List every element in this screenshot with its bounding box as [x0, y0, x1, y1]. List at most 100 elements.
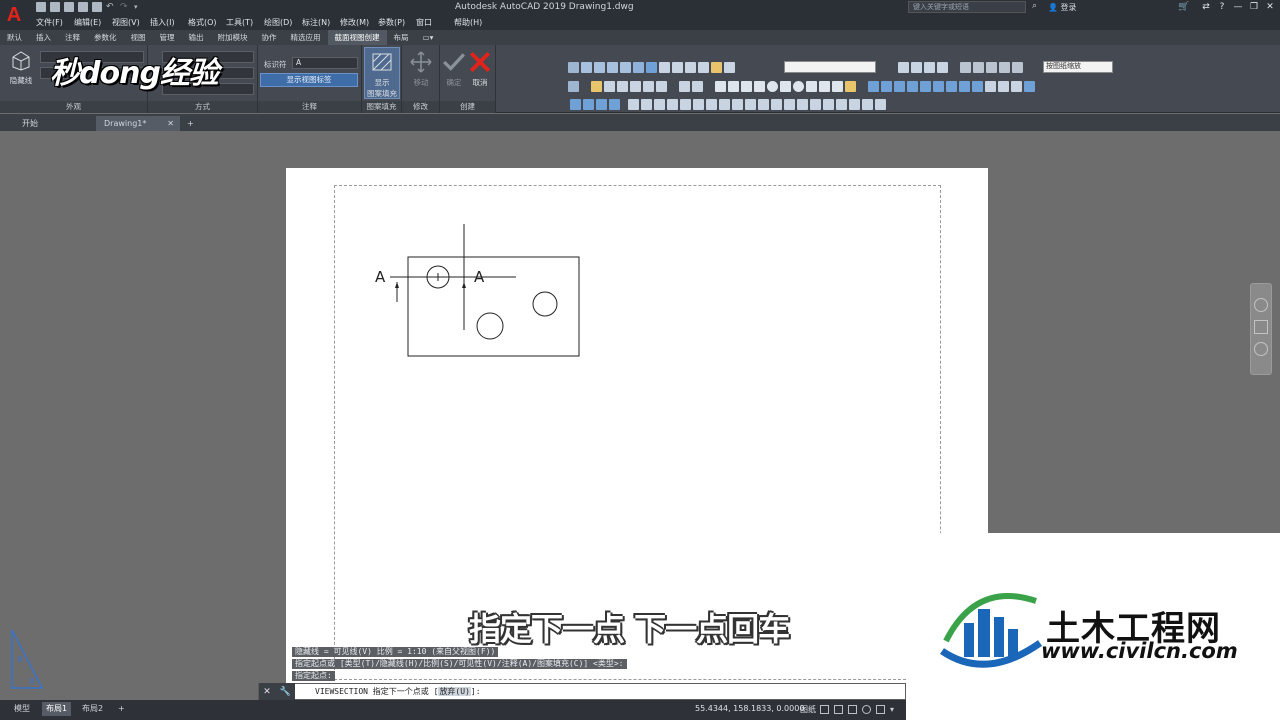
tab-addins[interactable]: 附加模块 — [211, 30, 255, 45]
edit-icon-11[interactable] — [998, 81, 1009, 92]
solidedit-icon-8[interactable] — [667, 99, 678, 110]
command-customize-icon[interactable]: 🔧 — [279, 687, 290, 697]
command-option-undo[interactable]: 放弃(U) — [438, 687, 471, 696]
model-icon-3[interactable] — [604, 81, 615, 92]
exchange-icon[interactable]: ⇄ — [1200, 1, 1212, 13]
cart-icon[interactable]: 🛒 — [1178, 1, 1190, 13]
show-view-label-button[interactable]: 显示视图标签 — [260, 73, 358, 87]
status-menu-icon[interactable]: ▾ — [890, 705, 899, 714]
edit-icon-5[interactable] — [920, 81, 931, 92]
app-menu-button[interactable]: A — [0, 0, 28, 30]
help-icon[interactable]: ? — [1216, 1, 1228, 13]
view-icon-13[interactable] — [724, 62, 735, 73]
nav-zoom-icon[interactable] — [1254, 342, 1268, 356]
model-icon-1[interactable] — [568, 81, 579, 92]
solidedit-icon-17[interactable] — [784, 99, 795, 110]
osnap-icon[interactable] — [876, 705, 885, 714]
solidedit-icon-12[interactable] — [719, 99, 730, 110]
menu-dimension[interactable]: 标注(N) — [294, 15, 332, 30]
show-hatch-button[interactable]: 显示 图案填充 — [364, 47, 400, 99]
search-input[interactable]: 键入关键字或短语 — [908, 1, 1026, 13]
solidedit-icon-9[interactable] — [680, 99, 691, 110]
edit-icon-9[interactable] — [972, 81, 983, 92]
model-icon-4[interactable] — [617, 81, 628, 92]
menu-file[interactable]: 文件(F) — [28, 15, 66, 30]
menu-view[interactable]: 视图(V) — [104, 15, 142, 30]
solidedit-icon-19[interactable] — [810, 99, 821, 110]
add-layout-button[interactable]: + — [114, 702, 129, 716]
view-icon-7[interactable] — [646, 62, 657, 73]
menu-window[interactable]: 窗口(W) — [408, 15, 446, 42]
solidedit-icon-4[interactable] — [609, 99, 620, 110]
solidedit-icon-5[interactable] — [628, 99, 639, 110]
solid-icon-10[interactable] — [832, 81, 843, 92]
solid-icon-7[interactable] — [793, 81, 804, 92]
solid-icon-4[interactable] — [754, 81, 765, 92]
model-icon-7[interactable] — [656, 81, 667, 92]
edit-icon-13[interactable] — [1024, 81, 1035, 92]
save-as-icon[interactable] — [78, 2, 88, 12]
file-tab-drawing1[interactable]: Drawing1* ✕ — [96, 116, 180, 131]
solid-icon-11[interactable] — [845, 81, 856, 92]
ortho-icon[interactable] — [848, 705, 857, 714]
solidedit-icon-6[interactable] — [641, 99, 652, 110]
command-prompt[interactable]: VIEWSECTION 指定下一个点或 [放弃(U)]: — [295, 686, 481, 697]
viewport-icon-5[interactable] — [1012, 62, 1023, 73]
view-icon-8[interactable] — [659, 62, 670, 73]
menu-insert[interactable]: 插入(I) — [142, 15, 180, 30]
solidedit-icon-13[interactable] — [732, 99, 743, 110]
solidedit-icon-16[interactable] — [771, 99, 782, 110]
viewport-icon-3[interactable] — [986, 62, 997, 73]
nav-pan-icon[interactable] — [1254, 320, 1268, 334]
edit-icon-2[interactable] — [881, 81, 892, 92]
view-icon-10[interactable] — [685, 62, 696, 73]
command-line[interactable]: ✕ 🔧 VIEWSECTION 指定下一个点或 [放弃(U)]: — [258, 683, 906, 700]
view-icon-4[interactable] — [607, 62, 618, 73]
view-icon-6[interactable] — [633, 62, 644, 73]
solidedit-icon-7[interactable] — [654, 99, 665, 110]
close-tab-icon[interactable]: ✕ — [167, 116, 174, 131]
tab-parametric[interactable]: 参数化 — [87, 30, 124, 45]
menu-help[interactable]: 帮助(H) — [446, 15, 484, 30]
orbit-icon-3[interactable] — [924, 62, 935, 73]
done-button[interactable]: 确定 — [442, 51, 466, 88]
menu-format[interactable]: 格式(O) — [180, 15, 218, 30]
edit-icon-4[interactable] — [907, 81, 918, 92]
cancel-button[interactable]: 取消 — [468, 51, 492, 88]
solidedit-icon-21[interactable] — [836, 99, 847, 110]
solid-icon-2[interactable] — [728, 81, 739, 92]
model-icon-5[interactable] — [630, 81, 641, 92]
solidedit-icon-3[interactable] — [596, 99, 607, 110]
polar-icon[interactable] — [862, 705, 871, 714]
paper-space-toggle[interactable]: 图纸 — [800, 704, 816, 715]
orbit-icon-2[interactable] — [911, 62, 922, 73]
solid-icon-3[interactable] — [741, 81, 752, 92]
orbit-icon-1[interactable] — [898, 62, 909, 73]
command-close-icon[interactable]: ✕ — [263, 687, 271, 697]
view-icon-9[interactable] — [672, 62, 683, 73]
edit-icon-8[interactable] — [959, 81, 970, 92]
solidedit-icon-1[interactable] — [570, 99, 581, 110]
new-tab-button[interactable]: + — [183, 116, 199, 131]
status-tab-layout1[interactable]: 布局1 — [42, 702, 72, 716]
redo-icon[interactable]: ↷ — [120, 2, 130, 12]
undo-icon[interactable]: ↶ — [106, 2, 116, 12]
solid-icon-9[interactable] — [819, 81, 830, 92]
edit-icon-1[interactable] — [868, 81, 879, 92]
tab-default[interactable]: 默认 — [0, 30, 29, 45]
move-button[interactable]: 移动 — [406, 51, 436, 88]
model-icon-9[interactable] — [692, 81, 703, 92]
qat-dropdown-icon[interactable]: ▾ — [134, 2, 144, 12]
edit-icon-6[interactable] — [933, 81, 944, 92]
edit-icon-12[interactable] — [1011, 81, 1022, 92]
solidedit-icon-22[interactable] — [849, 99, 860, 110]
solidedit-icon-15[interactable] — [758, 99, 769, 110]
print-icon[interactable] — [92, 2, 102, 12]
view-icon-12[interactable] — [711, 62, 722, 73]
solid-icon-6[interactable] — [780, 81, 791, 92]
view-icon-2[interactable] — [581, 62, 592, 73]
status-tab-model[interactable]: 模型 — [10, 702, 34, 716]
menu-edit[interactable]: 编辑(E) — [66, 15, 104, 30]
tab-annotate[interactable]: 注释 — [58, 30, 87, 45]
search-icon[interactable]: ⌕ — [1032, 1, 1037, 11]
